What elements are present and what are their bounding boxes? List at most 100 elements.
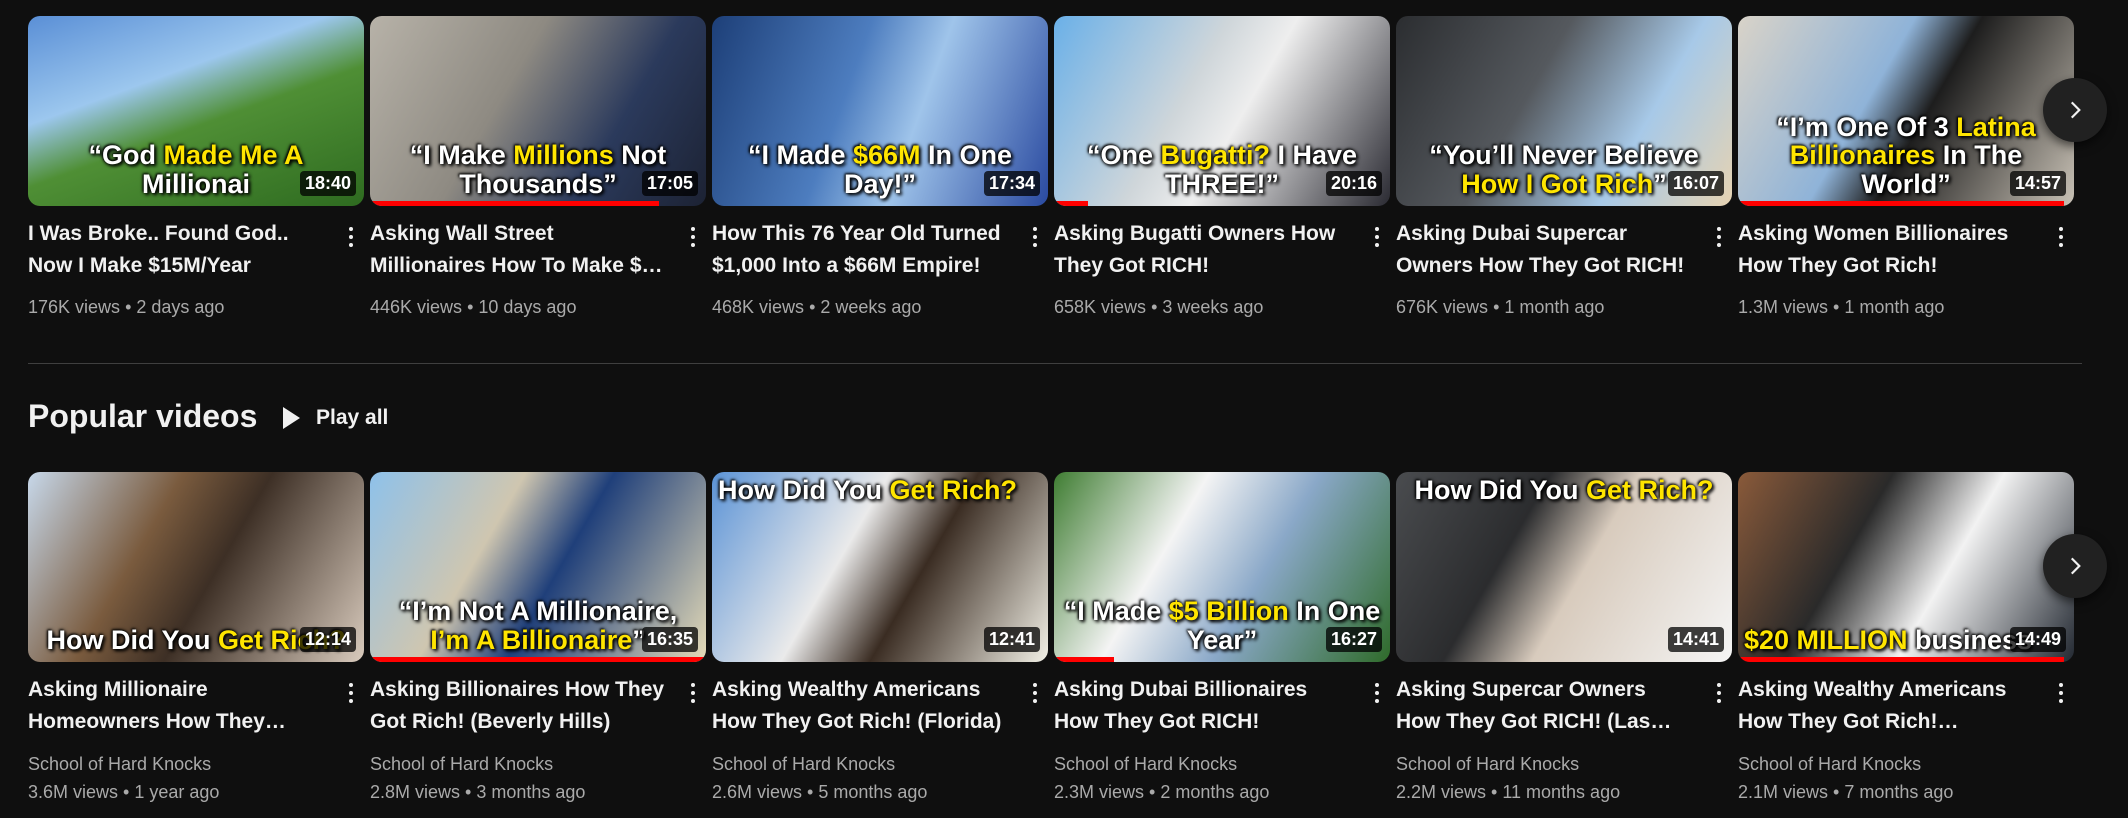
duration-badge: 17:34 <box>983 171 1040 196</box>
vertical-ellipsis-icon[interactable] <box>1706 678 1732 708</box>
upload-age: 2 months ago <box>1160 782 1270 802</box>
video-title[interactable]: Asking Bugatti Owners How They Got RICH! <box>1054 218 1350 282</box>
video-card[interactable]: “You’ll Never Believe How I Got Rich” 16… <box>1396 16 1732 317</box>
view-count: 2.6M views <box>712 782 803 802</box>
shelf-next-button[interactable] <box>2043 534 2107 598</box>
duration-badge: 14:49 <box>2009 627 2066 652</box>
video-thumbnail[interactable]: “I’m Not A Millionaire, I’m A Billionair… <box>370 472 706 662</box>
vertical-ellipsis-icon[interactable] <box>1706 222 1732 252</box>
channel-name[interactable]: School of Hard Knocks <box>712 754 895 775</box>
vertical-ellipsis-icon[interactable] <box>1364 222 1390 252</box>
video-thumbnail[interactable]: $20 MILLION business 14:49 <box>1738 472 2074 662</box>
video-thumbnail[interactable]: How Did You Get Rich? 14:41 <box>1396 472 1732 662</box>
upload-age: 1 month ago <box>1844 297 1945 317</box>
video-card[interactable]: How Did You Get Rich? 12:14 Asking Milli… <box>28 472 364 802</box>
vertical-ellipsis-icon[interactable] <box>1022 678 1048 708</box>
video-title[interactable]: I Was Broke.. Found God.. Now I Make $15… <box>28 218 324 282</box>
video-title[interactable]: Asking Women Billionaires How They Got R… <box>1738 218 2034 282</box>
vertical-ellipsis-icon[interactable] <box>1364 678 1390 708</box>
video-meta: 446K views • 10 days ago <box>370 297 577 317</box>
upload-age: 3 weeks ago <box>1162 297 1264 317</box>
video-meta: 468K views • 2 weeks ago <box>712 297 922 317</box>
video-meta: 658K views • 3 weeks ago <box>1054 297 1264 317</box>
duration-badge: 14:41 <box>1667 627 1724 652</box>
video-title[interactable]: Asking Wealthy Americans How They Got Ri… <box>1738 674 2034 738</box>
channel-name[interactable]: School of Hard Knocks <box>28 754 211 775</box>
video-thumbnail[interactable]: “I Make Millions Not Thousands” 17:05 <box>370 16 706 206</box>
video-card[interactable]: “One Bugatti? I Have THREE!” 20:16 Askin… <box>1054 16 1390 317</box>
watch-progress-bar <box>1738 201 2064 206</box>
video-thumbnail[interactable]: “I Made $66M In One Day!” 17:34 <box>712 16 1048 206</box>
chevron-right-icon <box>2070 557 2081 575</box>
video-card[interactable]: $20 MILLION business 14:49 Asking Wealth… <box>1738 472 2074 802</box>
vertical-ellipsis-icon[interactable] <box>338 222 364 252</box>
duration-badge: 20:16 <box>1325 171 1382 196</box>
channel-name[interactable]: School of Hard Knocks <box>370 754 553 775</box>
thumbnail-caption: How Did You Get Rich? <box>1414 475 1714 505</box>
play-triangle-icon <box>283 407 300 429</box>
channel-name[interactable]: School of Hard Knocks <box>1396 754 1579 775</box>
upload-age: 2 weeks ago <box>820 297 922 317</box>
view-count: 658K views <box>1054 297 1147 317</box>
view-count: 3.6M views <box>28 782 119 802</box>
video-meta: 176K views • 2 days ago <box>28 297 225 317</box>
view-count: 446K views <box>370 297 463 317</box>
video-meta: 676K views • 1 month ago <box>1396 297 1605 317</box>
video-thumbnail[interactable]: “I Made $5 Billion In One Year” 16:27 <box>1054 472 1390 662</box>
play-all-button[interactable]: Play all <box>270 396 398 440</box>
thumbnail-caption: How Did You Get Rich? <box>718 475 1018 505</box>
view-count: 2.1M views <box>1738 782 1829 802</box>
video-thumbnail[interactable]: “You’ll Never Believe How I Got Rich” 16… <box>1396 16 1732 206</box>
duration-badge: 16:35 <box>641 627 698 652</box>
duration-badge: 16:07 <box>1667 171 1724 196</box>
video-thumbnail[interactable]: “I’m One Of 3 Latina Billionaires In The… <box>1738 16 2074 206</box>
video-thumbnail[interactable]: How Did You Get Rich? 12:41 <box>712 472 1048 662</box>
duration-badge: 14:57 <box>2009 171 2066 196</box>
video-meta: 2.6M views • 5 months ago <box>712 782 928 802</box>
video-thumbnail[interactable]: How Did You Get Rich? 12:14 <box>28 472 364 662</box>
channel-name[interactable]: School of Hard Knocks <box>1738 754 1921 775</box>
video-thumbnail[interactable]: “One Bugatti? I Have THREE!” 20:16 <box>1054 16 1390 206</box>
vertical-ellipsis-icon[interactable] <box>2048 678 2074 708</box>
view-count: 468K views <box>712 297 805 317</box>
view-count: 176K views <box>28 297 121 317</box>
shelf-next-button[interactable] <box>2043 78 2107 142</box>
channel-name[interactable]: School of Hard Knocks <box>1054 754 1237 775</box>
video-title[interactable]: Asking Dubai Supercar Owners How They Go… <box>1396 218 1692 282</box>
vertical-ellipsis-icon[interactable] <box>2048 222 2074 252</box>
play-all-label: Play all <box>316 406 389 429</box>
upload-age: 5 months ago <box>818 782 928 802</box>
video-title[interactable]: Asking Millionaire Homeowners How They G… <box>28 674 324 738</box>
video-card[interactable]: “I’m Not A Millionaire, I’m A Billionair… <box>370 472 706 802</box>
video-title[interactable]: Asking Wealthy Americans How They Got Ri… <box>712 674 1008 738</box>
section-divider <box>28 363 2082 364</box>
video-card[interactable]: “God Made Me A Millionai 18:40 I Was Bro… <box>28 16 364 317</box>
video-card[interactable]: How Did You Get Rich? 12:41 Asking Wealt… <box>712 472 1048 802</box>
video-meta: 2.3M views • 2 months ago <box>1054 782 1270 802</box>
video-title[interactable]: Asking Billionaires How They Got Rich! (… <box>370 674 666 738</box>
video-title[interactable]: Asking Supercar Owners How They Got RICH… <box>1396 674 1692 738</box>
video-thumbnail[interactable]: “God Made Me A Millionai 18:40 <box>28 16 364 206</box>
view-count: 2.8M views <box>370 782 461 802</box>
video-title[interactable]: Asking Dubai Billionaires How They Got R… <box>1054 674 1350 738</box>
video-card[interactable]: “I Made $66M In One Day!” 17:34 How This… <box>712 16 1048 317</box>
video-card[interactable]: “I’m One Of 3 Latina Billionaires In The… <box>1738 16 2074 317</box>
video-title[interactable]: Asking Wall Street Millionaires How To M… <box>370 218 666 282</box>
video-title[interactable]: How This 76 Year Old Turned $1,000 Into … <box>712 218 1008 282</box>
video-meta: 2.2M views • 11 months ago <box>1396 782 1621 802</box>
duration-badge: 18:40 <box>299 171 356 196</box>
video-card[interactable]: “I Made $5 Billion In One Year” 16:27 As… <box>1054 472 1390 802</box>
vertical-ellipsis-icon[interactable] <box>338 678 364 708</box>
upload-age: 7 months ago <box>1844 782 1954 802</box>
duration-badge: 16:27 <box>1325 627 1382 652</box>
upload-age: 11 months ago <box>1502 782 1621 802</box>
view-count: 1.3M views <box>1738 297 1829 317</box>
watch-progress-bar <box>1738 657 2064 662</box>
vertical-ellipsis-icon[interactable] <box>680 678 706 708</box>
view-count: 2.2M views <box>1396 782 1487 802</box>
video-card[interactable]: “I Make Millions Not Thousands” 17:05 As… <box>370 16 706 317</box>
duration-badge: 12:14 <box>299 627 356 652</box>
vertical-ellipsis-icon[interactable] <box>680 222 706 252</box>
video-card[interactable]: How Did You Get Rich? 14:41 Asking Super… <box>1396 472 1732 802</box>
vertical-ellipsis-icon[interactable] <box>1022 222 1048 252</box>
